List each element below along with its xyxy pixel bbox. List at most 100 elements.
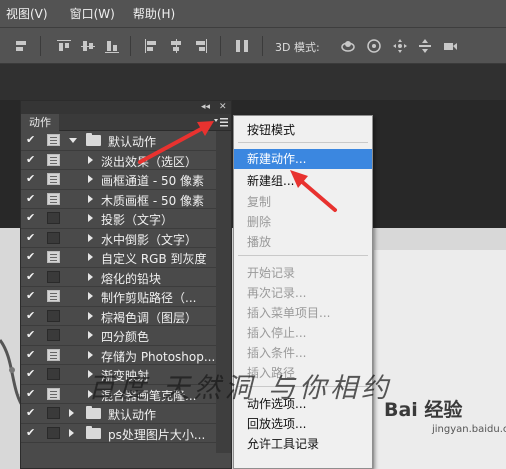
- toggle-item-checkmark-icon[interactable]: ✔: [26, 153, 38, 166]
- toolbar-divider: [130, 36, 131, 56]
- dialog-toggle-icon[interactable]: [47, 251, 60, 263]
- dialog-toggle-icon[interactable]: [47, 173, 60, 185]
- action-set-row[interactable]: ✔ 默认动作: [21, 131, 217, 151]
- action-label: 淡出效果（选区）: [101, 154, 198, 169]
- dialog-toggle-icon[interactable]: [47, 192, 60, 205]
- toggle-item-checkmark-icon[interactable]: ✔: [26, 192, 38, 205]
- action-row[interactable]: ✔ 水中倒影（文字）: [21, 229, 217, 248]
- toggle-item-checkmark-icon[interactable]: ✔: [26, 134, 38, 146]
- chevron-right-icon[interactable]: [88, 194, 93, 203]
- dialog-toggle-icon[interactable]: [47, 212, 60, 224]
- chevron-right-icon[interactable]: [88, 214, 93, 222]
- action-row[interactable]: ✔ 画框通道 - 50 像素: [21, 170, 217, 190]
- dialog-toggle-icon[interactable]: [47, 407, 60, 419]
- baidu-jingyan-logo: Bai 经验: [384, 398, 463, 421]
- menu-item: 再次记录...: [247, 286, 307, 300]
- chevron-right-icon[interactable]: [88, 155, 93, 164]
- 3d-pan-icon[interactable]: [392, 38, 408, 54]
- chevron-down-icon[interactable]: [69, 138, 77, 143]
- align-bottom-icon[interactable]: [104, 38, 120, 54]
- dialog-toggle-icon[interactable]: [47, 309, 60, 322]
- chevron-right-icon[interactable]: [88, 292, 93, 300]
- 3d-slide-icon[interactable]: [417, 38, 433, 54]
- 3d-roll-icon[interactable]: [366, 38, 382, 54]
- toggle-item-checkmark-icon[interactable]: ✔: [26, 309, 38, 322]
- align-hcenter-icon[interactable]: [168, 38, 184, 54]
- menu-item[interactable]: 按钮模式: [234, 120, 372, 140]
- dialog-toggle-icon[interactable]: [47, 329, 60, 341]
- toggle-item-checkmark-icon[interactable]: ✔: [26, 212, 38, 224]
- toggle-item-checkmark-icon[interactable]: ✔: [26, 270, 38, 283]
- toggle-item-checkmark-icon[interactable]: ✔: [26, 173, 38, 185]
- menu-window[interactable]: 窗口(W): [64, 5, 123, 22]
- chevron-right-icon[interactable]: [69, 428, 74, 437]
- dialog-toggle-icon[interactable]: [47, 368, 60, 380]
- collapse-icon[interactable]: ◂◂: [201, 101, 210, 114]
- dialog-toggle-icon[interactable]: [47, 134, 60, 146]
- action-row[interactable]: ✔ 熔化的铅块: [21, 268, 217, 287]
- action-label: 默认动作: [108, 408, 157, 422]
- action-label: 投影（文字）: [101, 213, 174, 227]
- action-row[interactable]: ✔ 投影（文字）: [21, 209, 217, 229]
- menu-item[interactable]: 允许工具记录: [234, 434, 372, 454]
- action-row[interactable]: ✔ 淡出效果（选区）: [21, 151, 217, 170]
- action-label: 水中倒影（文字）: [101, 232, 198, 247]
- action-label: 自定义 RGB 到灰度: [101, 252, 207, 266]
- dialog-toggle-icon[interactable]: [47, 290, 60, 302]
- menu-bar: 视图(V) 窗口(W) 帮助(H): [0, 0, 506, 27]
- action-set-row[interactable]: ✔ ps处理图片大小...: [21, 424, 217, 443]
- folder-icon: [86, 133, 101, 146]
- dialog-toggle-icon[interactable]: [47, 387, 60, 400]
- dialog-toggle-icon[interactable]: [47, 270, 60, 283]
- action-label: ps处理图片大小...: [108, 427, 206, 442]
- action-row[interactable]: ✔ 棕褐色调（图层）: [21, 307, 217, 326]
- align-top-icon[interactable]: [56, 38, 72, 54]
- action-row[interactable]: ✔ 自定义 RGB 到灰度: [21, 248, 217, 268]
- menu-item[interactable]: 新建组...: [234, 171, 372, 191]
- 3d-orbit-icon[interactable]: [340, 38, 356, 54]
- folder-icon: [86, 425, 101, 439]
- action-row[interactable]: ✔ 木质画框 - 50 像素: [21, 190, 217, 209]
- distribute-icon[interactable]: [234, 38, 250, 54]
- action-row[interactable]: ✔ 四分颜色: [21, 326, 217, 346]
- dialog-toggle-icon[interactable]: [47, 231, 60, 244]
- menu-view[interactable]: 视图(V): [0, 5, 56, 22]
- chevron-right-icon[interactable]: [88, 253, 93, 261]
- dialog-toggle-icon[interactable]: [47, 348, 60, 361]
- chevron-right-icon[interactable]: [88, 311, 93, 320]
- toggle-item-checkmark-icon[interactable]: ✔: [26, 368, 38, 380]
- 3d-scale-icon[interactable]: [442, 38, 458, 54]
- tab-actions[interactable]: 动作: [21, 114, 59, 131]
- action-row[interactable]: ✔ 制作剪贴路径（...: [21, 287, 217, 307]
- close-icon[interactable]: ✕: [219, 101, 227, 114]
- panel-menu-icon[interactable]: [214, 117, 228, 128]
- action-set-row[interactable]: ✔ 默认动作: [21, 404, 217, 424]
- chevron-right-icon[interactable]: [88, 331, 93, 339]
- chevron-right-icon[interactable]: [69, 409, 74, 417]
- toggle-item-checkmark-icon[interactable]: ✔: [26, 387, 38, 400]
- toggle-item-checkmark-icon[interactable]: ✔: [26, 407, 38, 419]
- menu-item[interactable]: 回放选项...: [234, 414, 372, 434]
- chevron-right-icon[interactable]: [88, 350, 93, 359]
- chevron-right-icon[interactable]: [88, 175, 93, 183]
- toggle-item-checkmark-icon[interactable]: ✔: [26, 329, 38, 341]
- action-label: 存储为 Photoshop...: [101, 349, 216, 364]
- chevron-right-icon[interactable]: [88, 272, 93, 281]
- align-left-icon[interactable]: [143, 38, 159, 54]
- toggle-item-checkmark-icon[interactable]: ✔: [26, 231, 38, 244]
- toggle-item-checkmark-icon[interactable]: ✔: [26, 251, 38, 263]
- action-label: 木质画框 - 50 像素: [101, 193, 205, 208]
- menu-item[interactable]: 新建动作...: [234, 149, 372, 169]
- align-vcenter-icon[interactable]: [80, 38, 96, 54]
- dialog-toggle-icon[interactable]: [47, 153, 60, 166]
- menu-separator: [238, 255, 368, 256]
- menu-help[interactable]: 帮助(H): [127, 5, 183, 22]
- toggle-item-checkmark-icon[interactable]: ✔: [26, 426, 38, 439]
- dialog-toggle-icon[interactable]: [47, 426, 60, 439]
- align-right-icon[interactable]: [193, 38, 209, 54]
- toggle-item-checkmark-icon[interactable]: ✔: [26, 348, 38, 361]
- toggle-item-checkmark-icon[interactable]: ✔: [26, 290, 38, 302]
- action-row[interactable]: ✔ 存储为 Photoshop...: [21, 346, 217, 365]
- chevron-right-icon[interactable]: [88, 233, 93, 242]
- align-icon[interactable]: [13, 38, 29, 54]
